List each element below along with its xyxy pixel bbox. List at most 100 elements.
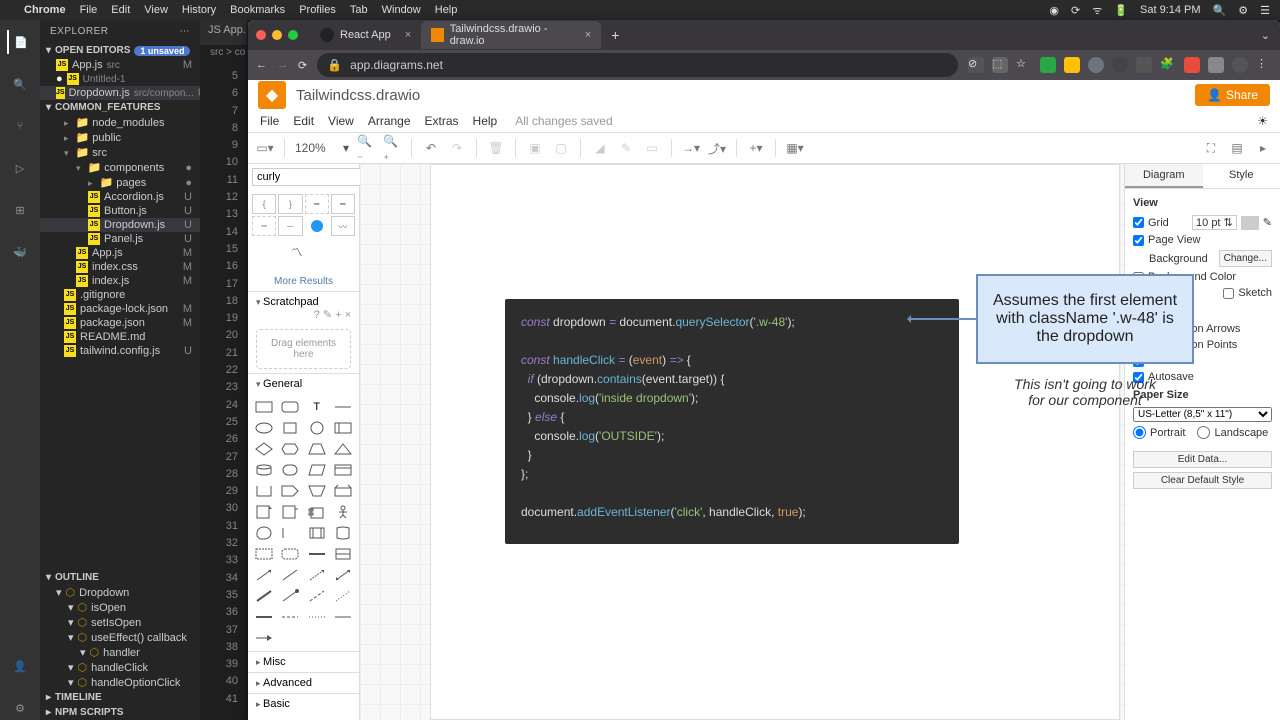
outline-item[interactable]: ▾ ⬡ isOpen xyxy=(40,600,200,615)
fullscreen-icon[interactable]: ⛶ xyxy=(1202,139,1220,157)
outline-item[interactable]: ▾ ⬡ setIsOpen xyxy=(40,615,200,630)
shape[interactable] xyxy=(252,608,276,626)
shape[interactable] xyxy=(252,482,276,500)
clock[interactable]: Sat 9:14 PM xyxy=(1140,4,1201,16)
shape[interactable] xyxy=(305,524,329,542)
shape[interactable] xyxy=(305,461,329,479)
shape[interactable] xyxy=(279,524,303,542)
chrome-tab-react[interactable]: React App× xyxy=(310,21,421,49)
explorer-icon[interactable]: 📄 xyxy=(7,30,31,54)
menu-help[interactable]: Help xyxy=(473,114,498,128)
more-results-link[interactable]: More Results xyxy=(248,272,359,291)
traffic-lights[interactable] xyxy=(256,30,298,40)
portrait-radio[interactable] xyxy=(1133,426,1146,439)
outline-item[interactable]: ▾ ⬡ useEffect() callback xyxy=(40,630,200,645)
shape[interactable] xyxy=(252,524,276,542)
folder-item[interactable]: 📁 pages● xyxy=(40,175,200,190)
basic-header[interactable]: Basic xyxy=(248,693,359,714)
docker-icon[interactable]: 🐳 xyxy=(8,240,32,264)
ext-icon[interactable] xyxy=(1064,57,1080,73)
url-bar[interactable]: 🔒app.diagrams.net xyxy=(317,53,958,77)
shape[interactable] xyxy=(279,419,303,437)
shape[interactable] xyxy=(332,398,356,416)
debug-icon[interactable]: ▷ xyxy=(8,156,32,180)
arrow[interactable] xyxy=(908,318,978,320)
outline-item[interactable]: ▾ ⬡ Dropdown xyxy=(40,585,200,600)
shape[interactable] xyxy=(332,608,356,626)
document-title[interactable]: Tailwindcss.drawio xyxy=(296,87,420,104)
menu-edit[interactable]: Edit xyxy=(293,114,314,128)
search-icon[interactable]: 🔍 xyxy=(8,72,32,96)
chevron-down-icon[interactable]: ⌄ xyxy=(1251,29,1280,42)
shape[interactable] xyxy=(279,608,303,626)
tab-diagram[interactable]: Diagram xyxy=(1125,164,1203,188)
zoom-in-icon[interactable]: 🔍₊ xyxy=(383,139,401,157)
file-item[interactable]: JS package-lock.jsonM xyxy=(40,302,200,316)
ext-icon[interactable] xyxy=(1208,57,1224,73)
menu-arrange[interactable]: Arrange xyxy=(368,114,411,128)
add-icon[interactable]: +▾ xyxy=(747,139,765,157)
shape-hline-dotted[interactable]: ┅ xyxy=(252,216,276,236)
settings-icon[interactable]: ⚙ xyxy=(8,696,32,720)
shape[interactable] xyxy=(305,503,329,521)
sketch-checkbox[interactable] xyxy=(1223,288,1234,299)
shape[interactable] xyxy=(252,566,276,584)
forward-button[interactable]: → xyxy=(277,59,288,71)
connect-icon[interactable]: →▾ xyxy=(682,139,700,157)
undo-icon[interactable]: ↶ xyxy=(422,139,440,157)
landscape-radio[interactable] xyxy=(1197,426,1210,439)
open-editors-header[interactable]: ▾ OPEN EDITORS 1 unsaved xyxy=(40,43,200,58)
close-icon[interactable]: × xyxy=(585,29,591,41)
shape[interactable] xyxy=(252,545,276,563)
shape[interactable] xyxy=(332,440,356,458)
menu-file[interactable]: File xyxy=(260,114,279,128)
status-icon[interactable]: ◉ xyxy=(1049,4,1059,17)
menu-icon[interactable]: ⋮ xyxy=(1256,57,1272,73)
menu-view[interactable]: View xyxy=(144,4,168,16)
outline-item[interactable]: ▾ ⬡ handleClick xyxy=(40,660,200,675)
table-icon[interactable]: ▦▾ xyxy=(786,139,804,157)
scratchpad-drop[interactable]: Drag elements here xyxy=(256,329,351,369)
edit-icon[interactable]: ✎ xyxy=(1263,216,1272,229)
folder-item[interactable]: 📁 node_modules xyxy=(40,115,200,130)
shape[interactable] xyxy=(305,566,329,584)
zoom-out-icon[interactable]: 🔍₋ xyxy=(357,139,375,157)
shape-wave[interactable]: 〰 xyxy=(331,216,355,236)
file-item[interactable]: JS README.md xyxy=(40,330,200,344)
folder-item[interactable]: 📁 src xyxy=(40,145,200,160)
editor-item[interactable]: ● JS Untitled-1 xyxy=(40,72,200,86)
shape[interactable]: T xyxy=(305,398,329,416)
status-icon[interactable]: ⟳ xyxy=(1071,4,1080,17)
shape[interactable] xyxy=(332,524,356,542)
shape[interactable] xyxy=(332,482,356,500)
file-item[interactable]: JS tailwind.config.jsU xyxy=(40,344,200,358)
shape[interactable] xyxy=(305,419,329,437)
shape[interactable] xyxy=(332,503,356,521)
outline-header[interactable]: ▾ OUTLINE xyxy=(40,570,200,585)
outline-item[interactable]: ▾ ⬡ handler xyxy=(40,645,200,660)
annotation-box[interactable]: Assumes the first element with className… xyxy=(976,274,1194,364)
shape[interactable] xyxy=(279,587,303,605)
shape[interactable] xyxy=(332,461,356,479)
waypoint-icon[interactable]: ⤴▾ xyxy=(708,139,726,157)
delete-icon[interactable]: 🗑 xyxy=(487,139,505,157)
new-tab-button[interactable]: + xyxy=(601,27,629,43)
back-button[interactable]: ← xyxy=(256,59,267,71)
file-item[interactable]: JS Dropdown.jsU xyxy=(40,218,200,232)
menu-icon[interactable]: ☰ xyxy=(1260,4,1270,17)
file-item[interactable]: JS App.jsM xyxy=(40,246,200,260)
shape[interactable] xyxy=(332,545,356,563)
zoom-level[interactable]: 120% xyxy=(295,141,335,155)
shape-hline-thin[interactable]: ─ xyxy=(278,216,302,236)
clear-style-button[interactable]: Clear Default Style xyxy=(1133,472,1272,489)
timeline-header[interactable]: ▸ TIMELINE xyxy=(40,690,200,705)
menu-extras[interactable]: Extras xyxy=(425,114,459,128)
general-header[interactable]: General xyxy=(248,373,359,394)
account-icon[interactable]: 👤 xyxy=(8,654,32,678)
ext-icon[interactable] xyxy=(1088,57,1104,73)
file-item[interactable]: JS Panel.jsU xyxy=(40,232,200,246)
profile-icon[interactable] xyxy=(1232,57,1248,73)
shape[interactable] xyxy=(332,419,356,437)
shape-brace-left[interactable]: { xyxy=(252,194,276,214)
shape[interactable] xyxy=(252,419,276,437)
